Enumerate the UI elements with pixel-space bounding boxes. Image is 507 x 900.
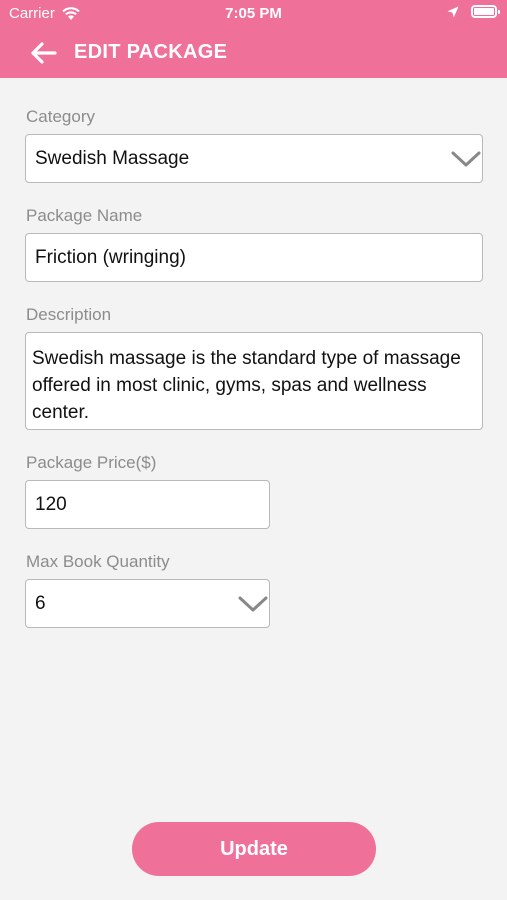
header-bar: Carrier 7:05 PM EDIT PACKAGE [0, 0, 507, 78]
back-button[interactable] [26, 38, 60, 68]
navigation-bar: EDIT PACKAGE [0, 28, 507, 78]
status-indicators [447, 5, 500, 18]
max-book-quantity-label: Max Book Quantity [26, 552, 170, 571]
category-label: Category [26, 107, 95, 126]
package-price-value: 120 [35, 493, 67, 515]
package-price-label: Package Price($) [26, 453, 157, 472]
package-name-value: Friction (wringing) [35, 246, 186, 268]
max-book-quantity-value: 6 [35, 592, 46, 614]
location-arrow-icon [447, 6, 459, 17]
back-arrow-icon [31, 42, 57, 64]
description-label: Description [26, 305, 112, 324]
description-textarea[interactable]: Swedish massage is the standard type of … [25, 332, 483, 430]
status-bar: Carrier 7:05 PM [0, 0, 507, 28]
page-title: EDIT PACKAGE [74, 41, 228, 63]
update-button[interactable]: Update [132, 822, 376, 876]
status-time: 7:05 PM [225, 5, 282, 22]
category-select[interactable]: Swedish Massage [25, 134, 483, 183]
battery-icon [471, 5, 500, 18]
chevron-down-icon [238, 596, 268, 611]
chevron-down-icon [451, 151, 481, 166]
package-price-input[interactable]: 120 [25, 480, 270, 529]
package-name-input[interactable]: Friction (wringing) [25, 233, 483, 282]
max-book-quantity-select[interactable]: 6 [25, 579, 270, 628]
package-name-label: Package Name [26, 206, 143, 225]
category-value: Swedish Massage [35, 147, 190, 169]
description-value: Swedish massage is the standard type of … [32, 348, 461, 423]
